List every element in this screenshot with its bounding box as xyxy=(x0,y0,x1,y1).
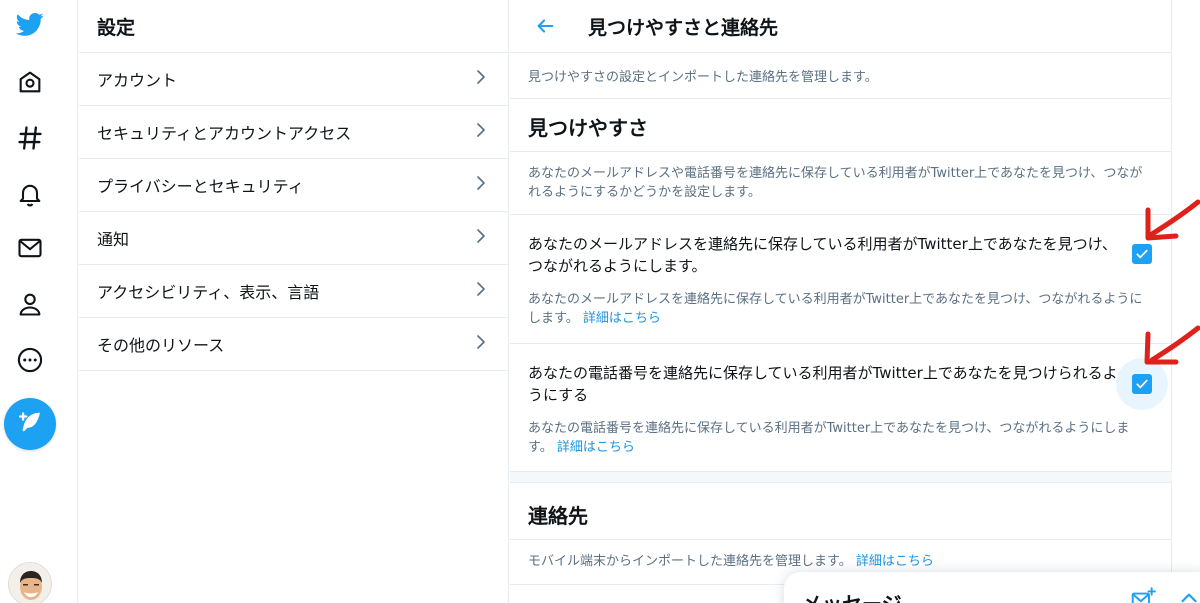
settings-item-notifications[interactable]: 通知 xyxy=(79,212,508,265)
email-discoverability-help: あなたのメールアドレスを連絡先に保存している利用者がTwitter上であなたを見… xyxy=(528,290,1148,328)
annotation-arrow-email xyxy=(1145,199,1200,241)
contacts-description: モバイル端末からインポートした連絡先を管理します。 詳細はこちら xyxy=(528,552,1148,571)
divider xyxy=(510,343,1172,344)
chevron-right-icon xyxy=(472,280,490,302)
phone-learn-more-link[interactable]: 詳細はこちら xyxy=(557,440,635,455)
settings-item-label: アカウント xyxy=(97,71,178,90)
email-learn-more-link[interactable]: 詳細はこちら xyxy=(583,311,661,326)
back-arrow-icon xyxy=(537,19,554,33)
settings-item-label: 通知 xyxy=(97,230,130,249)
messages-drawer-title: メッセージ xyxy=(802,588,902,603)
discoverability-section-title: 見つけやすさ xyxy=(528,116,648,140)
notifications-bell-icon[interactable] xyxy=(14,178,46,210)
compose-tweet-icon xyxy=(18,412,40,432)
email-discoverability-label[interactable]: あなたのメールアドレスを連絡先に保存している利用者がTwitter上であなたを見… xyxy=(528,233,1118,277)
settings-item-accessibility[interactable]: アクセシビリティ、表示、言語 xyxy=(79,265,508,318)
phone-discoverability-help: あなたの電話番号を連絡先に保存している利用者がTwitter上であなたを見つけ、… xyxy=(528,419,1148,457)
settings-item-security[interactable]: セキュリティとアカウントアクセス xyxy=(79,106,508,159)
contacts-learn-more-link[interactable]: 詳細はこちら xyxy=(856,554,934,569)
messages-envelope-icon[interactable] xyxy=(14,232,46,264)
settings-item-resources[interactable]: その他のリソース xyxy=(79,318,508,371)
chevron-right-icon xyxy=(472,174,490,196)
settings-item-label: その他のリソース xyxy=(97,336,225,355)
settings-title: 設定 xyxy=(97,16,136,39)
new-message-icon[interactable] xyxy=(1130,586,1156,603)
collapse-icon[interactable] xyxy=(1176,586,1200,603)
messages-drawer[interactable]: メッセージ xyxy=(784,572,1200,603)
left-navigation-rail xyxy=(0,0,78,603)
settings-item-label: セキュリティとアカウントアクセス xyxy=(97,124,352,143)
discoverability-description: あなたのメールアドレスや電話番号を連絡先に保存している利用者がTwitter上で… xyxy=(528,166,1143,200)
detail-header: 見つけやすさと連絡先 xyxy=(510,0,1171,52)
annotation-arrow-phone xyxy=(1144,325,1200,365)
contacts-section-title: 連絡先 xyxy=(528,504,588,528)
page-description-text: 見つけやすさの設定とインポートした連絡先を管理します。 xyxy=(528,70,878,85)
chevron-right-icon xyxy=(472,121,490,143)
avatar[interactable] xyxy=(8,562,52,603)
twitter-logo-icon[interactable] xyxy=(14,8,46,40)
avatar-illustration-icon xyxy=(9,563,51,603)
page-title: 見つけやすさと連絡先 xyxy=(588,16,779,39)
settings-item-label: プライバシーとセキュリティ xyxy=(97,177,304,196)
phone-discoverability-label[interactable]: あなたの電話番号を連絡先に保存している利用者がTwitter上であなたを見つけら… xyxy=(528,362,1118,406)
chevron-right-icon xyxy=(472,68,490,90)
settings-item-privacy[interactable]: プライバシーとセキュリティ xyxy=(79,159,508,212)
discoverability-detail-column: 見つけやすさと連絡先 見つけやすさの設定とインポートした連絡先を管理します。 見… xyxy=(510,0,1172,603)
section-gap xyxy=(510,471,1172,483)
settings-header: 設定 xyxy=(79,0,508,53)
divider xyxy=(510,539,1172,540)
more-icon[interactable] xyxy=(14,344,46,376)
compose-tweet-button[interactable] xyxy=(4,398,56,450)
divider xyxy=(510,214,1172,215)
settings-column: 設定 アカウント セキュリティとアカウントアクセス プライバシーとセキュリティ … xyxy=(79,0,509,603)
divider xyxy=(510,151,1172,152)
profile-icon[interactable] xyxy=(14,288,46,320)
divider xyxy=(510,98,1172,99)
settings-item-account[interactable]: アカウント xyxy=(79,53,508,106)
page-description: 見つけやすさの設定とインポートした連絡先を管理します。 xyxy=(510,52,1172,98)
chevron-right-icon xyxy=(472,227,490,249)
home-icon[interactable] xyxy=(14,66,46,98)
back-button[interactable] xyxy=(528,9,562,43)
chevron-right-icon xyxy=(472,333,490,355)
explore-hashtag-icon[interactable] xyxy=(14,122,46,154)
settings-item-label: アクセシビリティ、表示、言語 xyxy=(97,283,320,302)
contacts-description-text: モバイル端末からインポートした連絡先を管理します。 xyxy=(528,554,852,569)
